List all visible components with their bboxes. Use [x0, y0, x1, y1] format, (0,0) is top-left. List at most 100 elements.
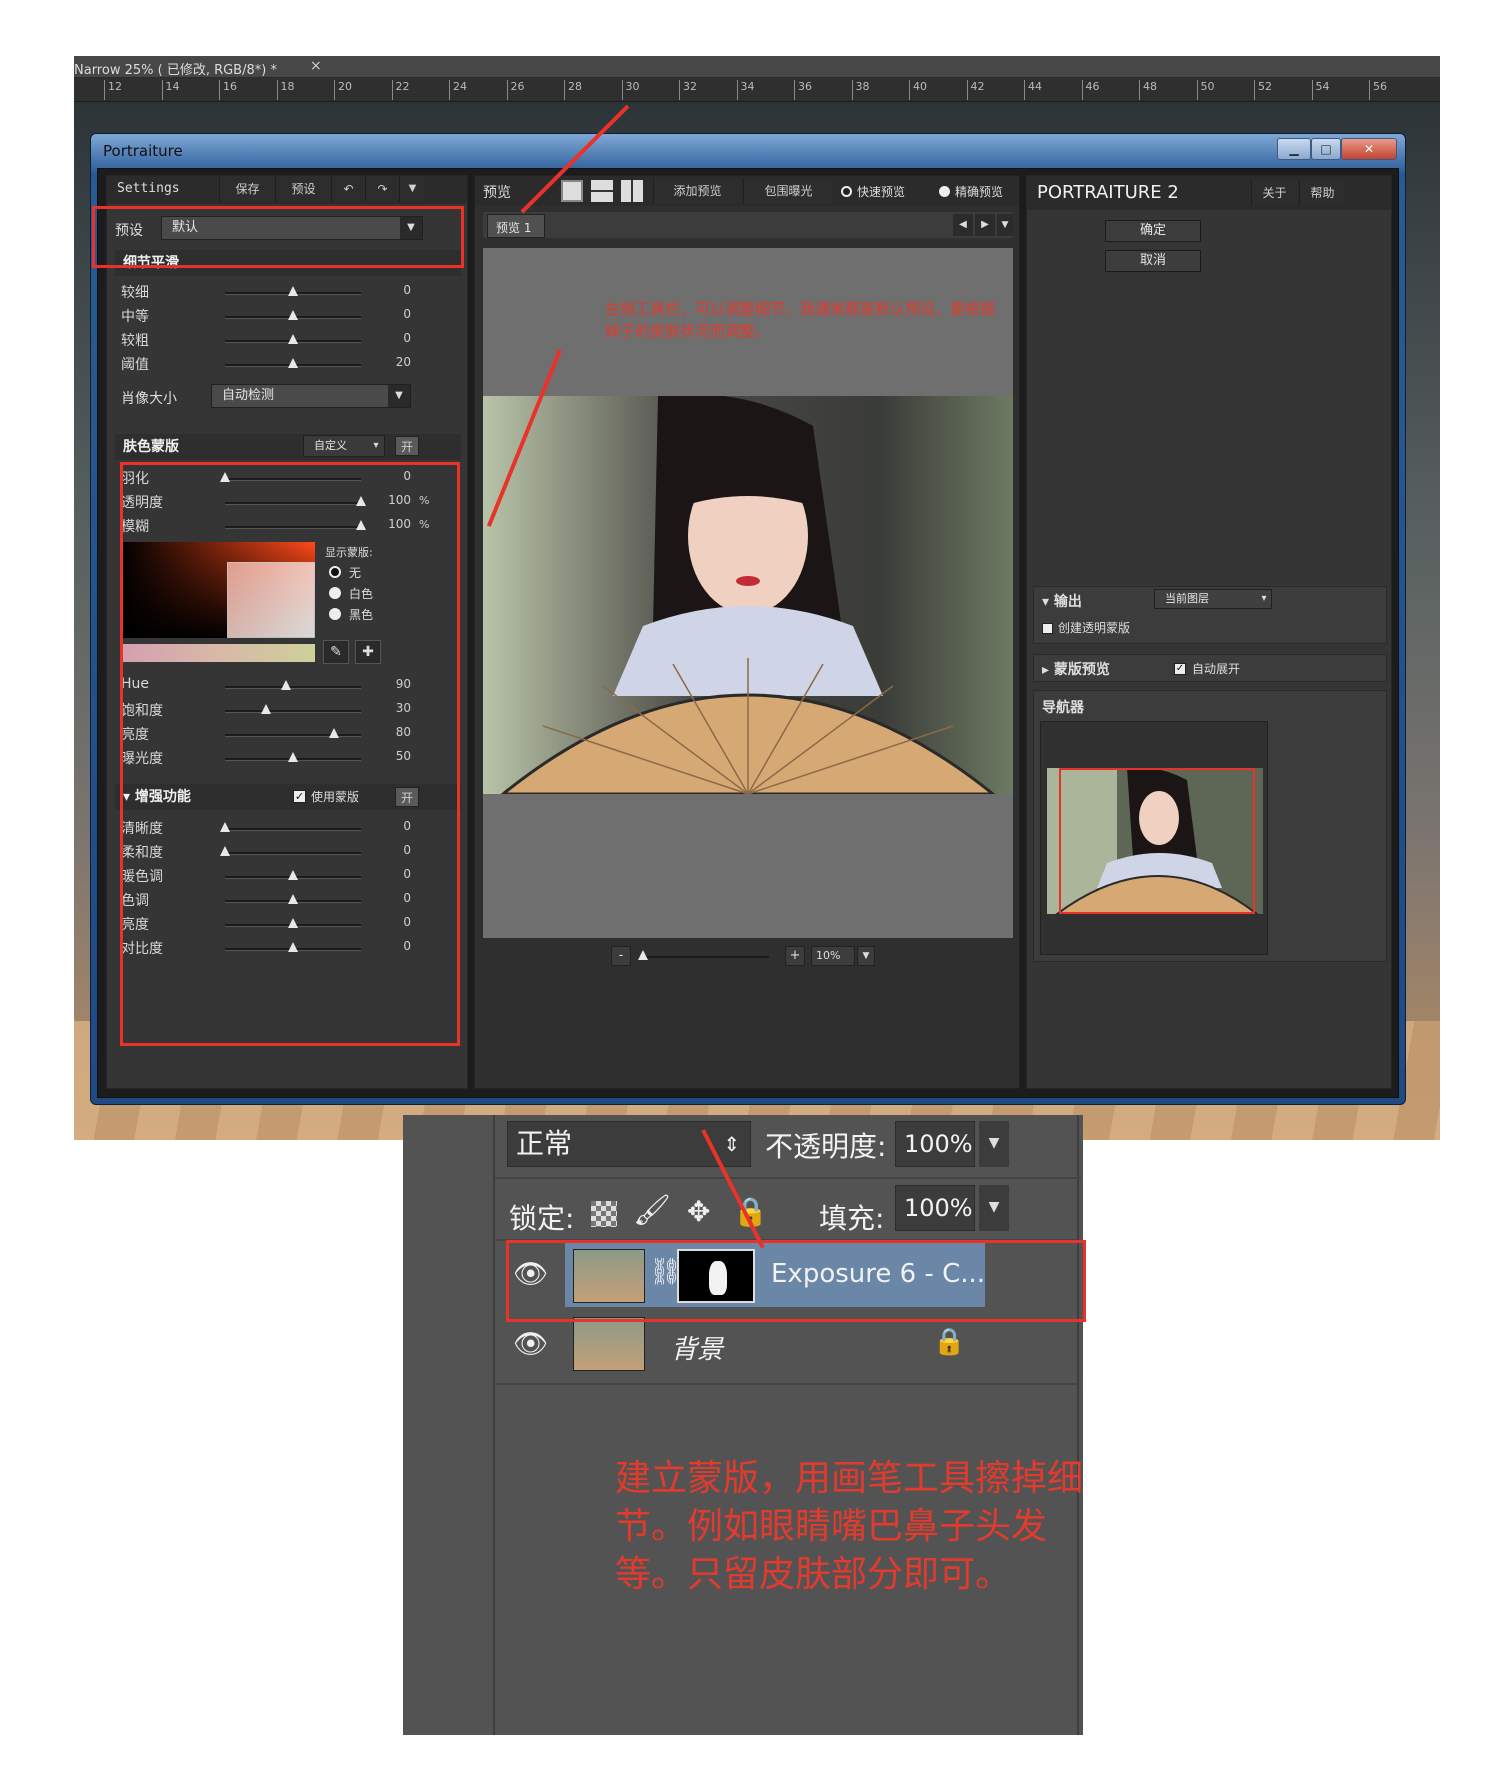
ruler-tick: 18: [276, 80, 295, 100]
ruler-tick: 22: [391, 80, 410, 100]
split-vertical-icon[interactable]: [621, 180, 643, 202]
slider-track[interactable]: [225, 310, 361, 320]
lock-transparency-icon[interactable]: [591, 1201, 617, 1227]
slider-track[interactable]: [225, 286, 361, 296]
settings-title: Settings: [117, 181, 180, 196]
layer-row-background[interactable]: 👁 背景 🔒: [495, 1313, 1081, 1381]
chevron-down-icon[interactable]: ▼: [979, 1185, 1009, 1231]
ruler-tick: 54: [1311, 80, 1330, 100]
redo-icon[interactable]: ↷: [365, 176, 399, 202]
slider-row: 中等 0: [107, 304, 467, 328]
precise-preview-radio[interactable]: [939, 186, 950, 197]
ruler-tick: 38: [851, 80, 870, 100]
eye-visibility-icon[interactable]: 👁: [513, 1327, 549, 1360]
opacity-value[interactable]: 100%: [895, 1121, 975, 1167]
ok-button[interactable]: 确定: [1105, 220, 1201, 242]
save-button[interactable]: 保存: [219, 176, 275, 202]
ruler-tick: 48: [1139, 80, 1157, 100]
output-title: 输出: [1053, 594, 1082, 610]
ruler-tick: 16: [219, 80, 237, 100]
document-tab[interactable]: Narrow 25% ( 已修改, RGB/8*) * ×: [74, 56, 1440, 78]
zoom-out-button[interactable]: -: [611, 946, 631, 966]
window-title: Portraiture: [103, 142, 183, 160]
auto-expand-checkbox[interactable]: ✓: [1174, 663, 1186, 675]
chevron-down-icon[interactable]: ▼: [979, 1121, 1009, 1167]
zoom-slider-thumb[interactable]: [638, 950, 648, 960]
settings-menu-icon[interactable]: ▼: [399, 176, 425, 202]
chevron-down-icon[interactable]: ▼: [857, 946, 875, 966]
output-select[interactable]: 当前图层 ▾: [1154, 589, 1272, 609]
output-label: ▾ 输出: [1042, 594, 1082, 610]
instruction-note: 建立蒙版，用画笔工具擦掉细节。例如眼睛嘴巴鼻子头发等。只留皮肤部分即可。: [615, 1458, 1084, 1595]
blend-mode-select[interactable]: 正常 ⇕: [507, 1121, 751, 1167]
minimize-button[interactable]: ▁: [1277, 138, 1311, 160]
close-window-button[interactable]: ✕: [1341, 138, 1397, 160]
auto-expand-label: 自动展开: [1192, 662, 1241, 676]
slider-track[interactable]: [225, 334, 361, 344]
ruler-tick: 34: [736, 80, 755, 100]
highlight-settings-box: [120, 462, 460, 1046]
slider-thumb[interactable]: [288, 358, 298, 368]
skin-mode-value: 自定义: [314, 439, 347, 452]
tab-next-icon[interactable]: ▶: [975, 214, 995, 236]
portrait-size-value: 自动检测: [222, 388, 275, 403]
fill-label: 填充:: [819, 1202, 885, 1235]
precise-preview-label: 精确预览: [955, 185, 1004, 199]
slider-value: 0: [403, 307, 411, 321]
split-horizontal-icon[interactable]: [591, 180, 613, 202]
add-preview-button[interactable]: 添加预览: [653, 178, 741, 204]
cancel-button[interactable]: 取消: [1105, 250, 1201, 272]
ruler-tick: 52: [1254, 80, 1272, 100]
chevron-down-icon: ▼: [388, 385, 410, 407]
slider-thumb[interactable]: [288, 334, 298, 344]
preview-canvas[interactable]: 左侧工具栏，可以调整细节，我通常都是默认预设，要根据妹子的皮肤状况而调整。: [483, 248, 1013, 938]
fill-value[interactable]: 100%: [895, 1185, 975, 1231]
zoom-in-button[interactable]: +: [785, 946, 805, 966]
slider-label: 较细: [121, 285, 149, 301]
right-panel: PORTRAITURE 2 关于 帮助 确定 取消 ▾ 输出 当前图层 ▾ 创建…: [1026, 175, 1392, 1089]
skin-mode-select[interactable]: 自定义 ▾: [303, 435, 385, 457]
portrait-size-select[interactable]: 自动检测 ▼: [211, 384, 411, 408]
navigator-label: 导航器: [1042, 700, 1084, 716]
slider-thumb[interactable]: [288, 286, 298, 296]
ruler-tick: 20: [334, 80, 352, 100]
ruler-tick: 50: [1196, 80, 1215, 100]
zoom-value[interactable]: 10%: [811, 946, 855, 966]
ruler-tick: 56: [1369, 80, 1387, 100]
mask-preview-section[interactable]: ▸ 蒙版预览 ✓ 自动展开: [1033, 654, 1387, 682]
skin-mask-toggle[interactable]: 开: [395, 436, 419, 456]
slider-thumb[interactable]: [288, 310, 298, 320]
divider: [495, 1177, 1081, 1179]
help-button[interactable]: 帮助: [1299, 180, 1345, 206]
slider-track[interactable]: [225, 358, 361, 368]
highlight-preset-box: [92, 206, 464, 268]
fast-preview-radio[interactable]: [841, 186, 852, 197]
portrait-photo: [483, 396, 1013, 794]
horizontal-ruler: 12 14 16 18 20 22 24 26 28 30 32 34 36 38 40 42 44 46 48 50…: [74, 78, 1440, 102]
about-button[interactable]: 关于: [1251, 180, 1297, 206]
layers-panel-body: 正常 ⇕ 不透明度: 100% ▼ 锁定: 🖌 ✥ 🔒 填充: 100% ▼ 👁…: [493, 1115, 1083, 1735]
highlight-layer-box: [506, 1240, 1086, 1322]
undo-icon[interactable]: ↶: [331, 176, 365, 202]
single-view-icon[interactable]: [561, 180, 583, 202]
preview-tab-1[interactable]: 预览 1: [487, 214, 545, 238]
slider-row: 阈值 20: [107, 352, 467, 376]
maximize-button[interactable]: □: [1311, 138, 1341, 160]
navigator-view[interactable]: [1040, 721, 1268, 955]
lock-pixels-brush-icon[interactable]: 🖌: [633, 1193, 671, 1228]
navigator-viewport-box[interactable]: [1059, 768, 1255, 914]
zoom-slider[interactable]: [638, 950, 769, 960]
portrait-size-label: 肖像大小: [121, 391, 177, 407]
lock-position-icon[interactable]: ✥: [687, 1195, 710, 1228]
skin-mask-title: 肤色蒙版: [123, 439, 179, 455]
close-tab-icon[interactable]: ×: [310, 58, 322, 74]
mask-preview-title: 蒙版预览: [1053, 662, 1110, 678]
updown-chevron-icon: ⇕: [723, 1132, 740, 1156]
preset-button[interactable]: 预设: [275, 176, 331, 202]
slider-value: 20: [395, 355, 411, 369]
tab-prev-icon[interactable]: ◀: [953, 214, 973, 236]
tab-menu-icon[interactable]: ▼: [997, 214, 1013, 236]
document-tab-title: Narrow 25% ( 已修改, RGB/8*) *: [74, 63, 277, 78]
bracket-exposure-button[interactable]: 包围曝光: [743, 178, 833, 204]
create-mask-checkbox[interactable]: [1042, 623, 1053, 634]
